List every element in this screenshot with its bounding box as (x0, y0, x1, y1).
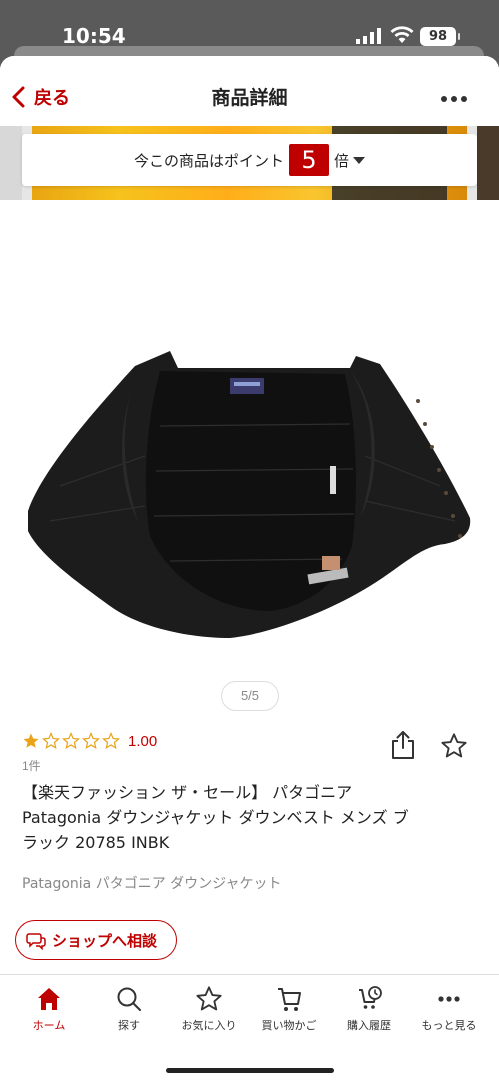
page-title: 商品詳細 (211, 87, 288, 109)
more-dots-icon (438, 996, 460, 1002)
nav-cart-label: 買い物かご (261, 1019, 317, 1032)
bottom-nav: ホーム 探す お気に入り 買い物かご 購入履歴 もっと見る (0, 974, 499, 1080)
more-menu-button[interactable] (439, 88, 469, 108)
chat-icon (26, 933, 46, 950)
shop-consult-button[interactable]: ショップへ相談 (15, 920, 177, 960)
product-title-line: Patagonia ダウンジャケット ダウンベスト メンズ ブ (22, 808, 409, 827)
search-icon (117, 987, 141, 1011)
nav-more-label: もっと見る (421, 1019, 477, 1032)
product-sheet: 戻る 商品詳細 今この商品はポイント 5 倍 5/5 1.00 1件 【楽天ファ… (0, 56, 499, 1080)
nav-favorites[interactable]: お気に入り (169, 981, 249, 1033)
product-title-line: 【楽天ファッション ザ・セール】 パタゴニア (22, 783, 353, 802)
shop-consult-label: ショップへ相談 (52, 931, 158, 950)
dot-icon (451, 96, 457, 102)
home-icon (38, 988, 60, 1010)
star-empty-icon (102, 732, 120, 749)
cart-icon (278, 988, 301, 1011)
signal-icon (356, 28, 381, 44)
product-title: 【楽天ファッション ザ・セール】 パタゴニア Patagonia ダウンジャケッ… (22, 780, 482, 855)
rating-row[interactable]: 1.00 (22, 732, 157, 750)
banner-next-slide (477, 126, 499, 200)
status-time: 10:54 (62, 24, 126, 48)
history-icon (359, 986, 382, 1009)
points-dropdown[interactable]: 今この商品はポイント 5 倍 (22, 134, 477, 186)
header: 戻る 商品詳細 (0, 56, 499, 126)
star-icon (196, 986, 222, 1011)
nav-cart[interactable]: 買い物かご (249, 981, 329, 1033)
caret-down-icon (353, 156, 366, 164)
nav-history-label: 購入履歴 (347, 1019, 391, 1032)
dot-icon (441, 96, 447, 102)
nav-history[interactable]: 購入履歴 (329, 981, 409, 1033)
nav-search-label: 探す (118, 1019, 140, 1032)
share-icon[interactable] (390, 730, 416, 760)
star-filled-icon (23, 733, 39, 748)
rating-value: 1.00 (128, 732, 158, 750)
points-multiplier: 5 (289, 144, 329, 176)
star-empty-icon (82, 732, 100, 749)
nav-favorites-label: お気に入り (181, 1019, 237, 1032)
points-suffix: 倍 (334, 151, 350, 170)
dot-icon (461, 96, 467, 102)
sheet-backdrop (14, 46, 484, 56)
points-prefix: 今この商品はポイント (133, 151, 284, 170)
nav-more[interactable]: もっと見る (409, 981, 489, 1033)
favorite-star-icon[interactable] (440, 732, 468, 760)
battery-indicator: 98 (420, 27, 460, 46)
nav-home-label: ホーム (32, 1019, 66, 1032)
image-pager: 5/5 (221, 681, 279, 711)
promo-banner[interactable]: 今この商品はポイント 5 倍 (0, 126, 499, 200)
review-count[interactable]: 1件 (22, 757, 41, 774)
status-bar: 10:54 98 (0, 0, 499, 50)
product-image[interactable] (20, 306, 480, 646)
product-title-line: ラック 20785 INBK (22, 833, 170, 852)
star-empty-icon (62, 732, 80, 749)
home-indicator (166, 1068, 334, 1073)
wifi-icon (390, 26, 414, 43)
nav-search[interactable]: 探す (89, 981, 169, 1033)
banner-prev-slide (0, 126, 22, 200)
brand-tags[interactable]: Patagonia パタゴニア ダウンジャケット (22, 873, 281, 893)
nav-home[interactable]: ホーム (9, 981, 89, 1033)
star-empty-icon (42, 732, 60, 749)
